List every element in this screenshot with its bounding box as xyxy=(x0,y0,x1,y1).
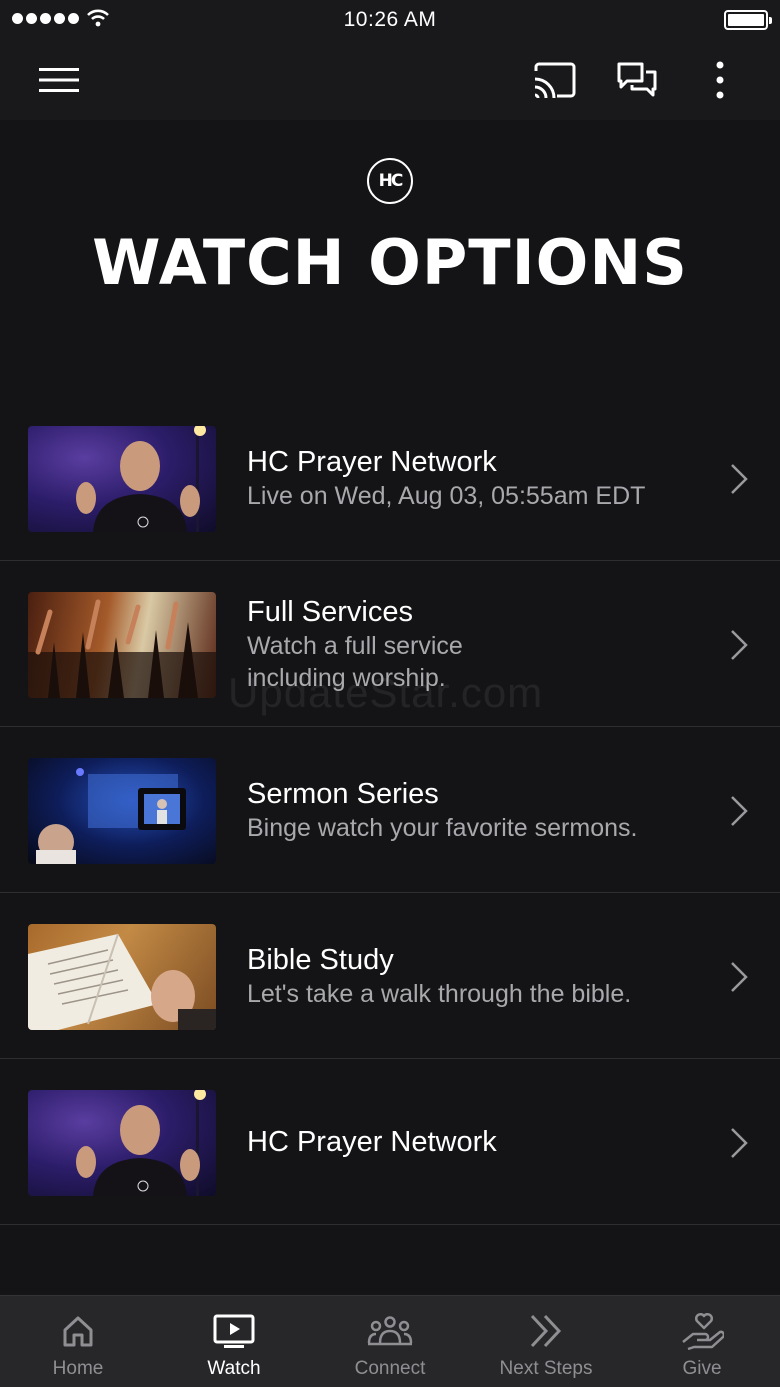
hc-logo: HC xyxy=(367,158,413,204)
list-item-title: Bible Study xyxy=(247,944,394,976)
list-item-bible-study[interactable]: Bible Study Let's take a walk through th… xyxy=(0,893,780,1059)
bottom-tab-bar: Home Watch Connect Next Steps Give xyxy=(0,1295,780,1387)
list-item-title: Sermon Series xyxy=(247,778,439,810)
tab-label: Next Steps xyxy=(499,1358,593,1379)
list-item-subtitle: Binge watch your favorite sermons. xyxy=(247,814,638,842)
bible-study-thumbnail xyxy=(28,924,216,1030)
list-item-title: HC Prayer Network xyxy=(247,446,497,478)
chevron-right-icon xyxy=(731,1128,748,1158)
more-options-button[interactable] xyxy=(696,58,744,102)
list-item-hc-prayer-network-2[interactable]: HC Prayer Network xyxy=(0,1059,780,1225)
battery-icon xyxy=(724,10,772,30)
page-header: HC WATCH OPTIONS xyxy=(0,120,780,410)
status-bar: 10:26 AM xyxy=(0,0,780,40)
list-item-title: Full Services xyxy=(247,596,413,628)
list-item-full-services[interactable]: Full Services Watch a full service inclu… xyxy=(0,561,780,727)
list-item-hc-prayer-network[interactable]: HC Prayer Network Live on Wed, Aug 03, 0… xyxy=(0,395,780,561)
tab-connect[interactable]: Connect xyxy=(312,1296,468,1387)
menu-button[interactable] xyxy=(35,58,83,102)
tab-label: Home xyxy=(52,1358,104,1379)
hamburger-menu-icon xyxy=(39,68,79,92)
full-services-thumbnail xyxy=(28,592,216,698)
chevron-right-icon xyxy=(731,962,748,992)
chat-icon xyxy=(617,62,657,97)
tab-give[interactable]: Give xyxy=(624,1296,780,1387)
chevron-right-icon xyxy=(731,630,748,660)
cast-button[interactable] xyxy=(530,58,578,102)
tab-label: Give xyxy=(682,1358,722,1379)
prayer-network-thumbnail xyxy=(28,426,216,532)
chevron-right-icon xyxy=(731,464,748,494)
home-icon xyxy=(63,1316,93,1347)
chat-button[interactable] xyxy=(613,58,661,102)
watch-icon xyxy=(213,1314,255,1348)
sermon-series-thumbnail xyxy=(28,758,216,864)
list-item-sermon-series[interactable]: Sermon Series Binge watch your favorite … xyxy=(0,727,780,893)
next-steps-icon xyxy=(530,1314,562,1348)
top-navigation-bar xyxy=(0,40,780,120)
list-item-subtitle: Live on Wed, Aug 03, 05:55am EDT xyxy=(247,482,646,510)
list-item-subtitle: Let's take a walk through the bible. xyxy=(247,980,632,1008)
watch-options-list: HC Prayer Network Live on Wed, Aug 03, 0… xyxy=(0,395,780,1225)
connect-icon xyxy=(367,1316,413,1346)
more-vertical-icon xyxy=(716,61,724,99)
cast-icon xyxy=(534,62,576,99)
list-item-title: HC Prayer Network xyxy=(247,1126,497,1158)
tab-label: Connect xyxy=(354,1358,426,1379)
chevron-right-icon xyxy=(731,796,748,826)
prayer-network-thumbnail xyxy=(28,1090,216,1196)
watermark-text: UpdateStar.com xyxy=(228,669,544,716)
status-time: 10:26 AM xyxy=(343,8,437,31)
tab-watch[interactable]: Watch xyxy=(156,1296,312,1387)
tab-home[interactable]: Home xyxy=(0,1296,156,1387)
tab-label: Watch xyxy=(207,1358,261,1379)
page-title: WATCH OPTIONS xyxy=(92,226,688,299)
tab-next-steps[interactable]: Next Steps xyxy=(468,1296,624,1387)
give-icon xyxy=(682,1313,724,1350)
